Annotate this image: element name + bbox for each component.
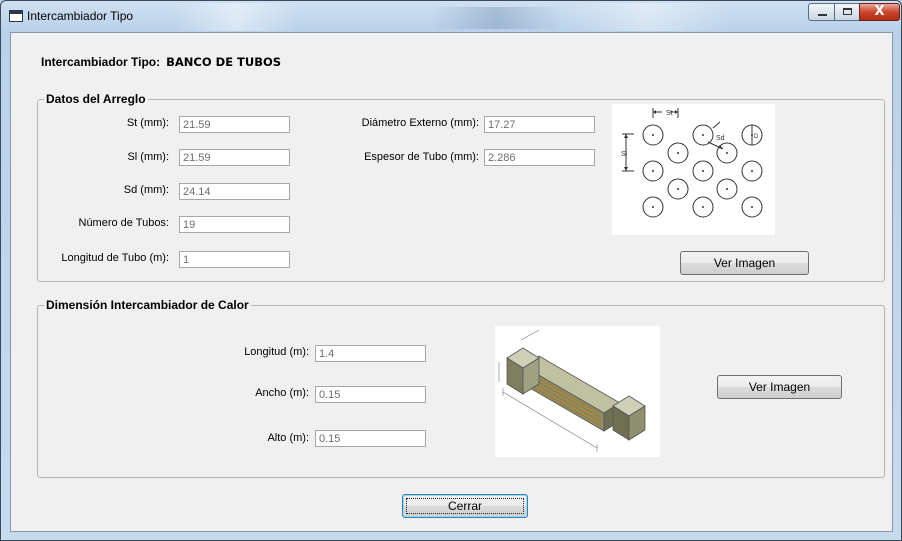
st-diagram-label: St xyxy=(666,110,673,117)
num-tubos-field[interactable]: 19 xyxy=(179,216,290,233)
title-bar-glass xyxy=(171,3,301,31)
datos-arreglo-legend: Datos del Arreglo xyxy=(46,92,146,106)
window-title: Intercambiador Tipo xyxy=(27,9,134,23)
diametro-externo-field[interactable]: 17.27 xyxy=(484,116,595,133)
ancho-label: Ancho (m): xyxy=(255,387,309,399)
espesor-tubo-field[interactable]: 2.286 xyxy=(484,149,595,166)
num-tubos-label: Número de Tubos: xyxy=(78,217,170,229)
exchanger-type-value: BANCO DE TUBOS xyxy=(166,55,282,69)
minimize-icon xyxy=(818,14,827,16)
tube-array-diagram: St Sl Sd D xyxy=(621,108,763,218)
alto-field[interactable]: 0.15 xyxy=(315,430,426,447)
d-diagram-label: D xyxy=(754,134,759,140)
title-bar[interactable]: Intercambiador Tipo X xyxy=(1,1,901,32)
close-button[interactable]: X xyxy=(859,3,900,21)
title-bar-glass xyxy=(561,3,731,31)
longitud-tubo-field[interactable]: 1 xyxy=(179,251,290,268)
ver-imagen-dimension-button[interactable]: Ver Imagen xyxy=(717,375,842,399)
sl-label: Sl (mm): xyxy=(127,151,169,163)
sd-label: Sd (mm): xyxy=(123,184,169,196)
longitud-field[interactable]: 1.4 xyxy=(315,345,426,362)
dimension-legend: Dimensión Intercambiador de Calor xyxy=(46,298,249,312)
close-icon: X xyxy=(874,4,885,19)
diametro-externo-label: Diámetro Externo (mm): xyxy=(361,117,479,129)
alto-label: Alto (m): xyxy=(267,432,309,444)
longitud-tubo-label: Longitud de Tubo (m): xyxy=(61,252,169,264)
st-field[interactable]: 21.59 xyxy=(179,116,290,133)
maximize-button[interactable] xyxy=(834,3,860,21)
heat-exchanger-drawing xyxy=(498,329,646,452)
app-window-icon[interactable] xyxy=(9,10,23,22)
st-label: St (mm): xyxy=(126,117,169,129)
tube-array-image: St Sl Sd D xyxy=(612,104,775,235)
heat-exchanger-image xyxy=(495,326,660,457)
sd-field[interactable]: 24.14 xyxy=(179,183,290,200)
espesor-tubo-label: Espesor de Tubo (mm): xyxy=(364,151,479,163)
focus-rectangle xyxy=(406,498,524,514)
ver-imagen-arreglo-button[interactable]: Ver Imagen xyxy=(680,251,809,275)
ancho-field[interactable]: 0.15 xyxy=(315,386,426,403)
window: Intercambiador Tipo X Intercambiador Tip… xyxy=(0,0,902,541)
exchanger-type-label: Intercambiador Tipo: xyxy=(41,55,161,69)
minimize-button[interactable] xyxy=(808,3,835,21)
client-area: Intercambiador Tipo: BANCO DE TUBOS Datos… xyxy=(10,32,893,532)
maximize-icon xyxy=(843,8,852,15)
sd-diagram-label: Sd xyxy=(716,135,725,142)
cerrar-button[interactable]: Cerrar xyxy=(402,494,528,518)
exchanger-type-heading: Intercambiador Tipo: BANCO DE TUBOS xyxy=(41,55,281,69)
sl-field[interactable]: 21.59 xyxy=(179,149,290,166)
title-bar-glass xyxy=(431,7,561,29)
longitud-label: Longitud (m): xyxy=(244,346,309,358)
sl-diagram-label: Sl xyxy=(621,151,628,158)
